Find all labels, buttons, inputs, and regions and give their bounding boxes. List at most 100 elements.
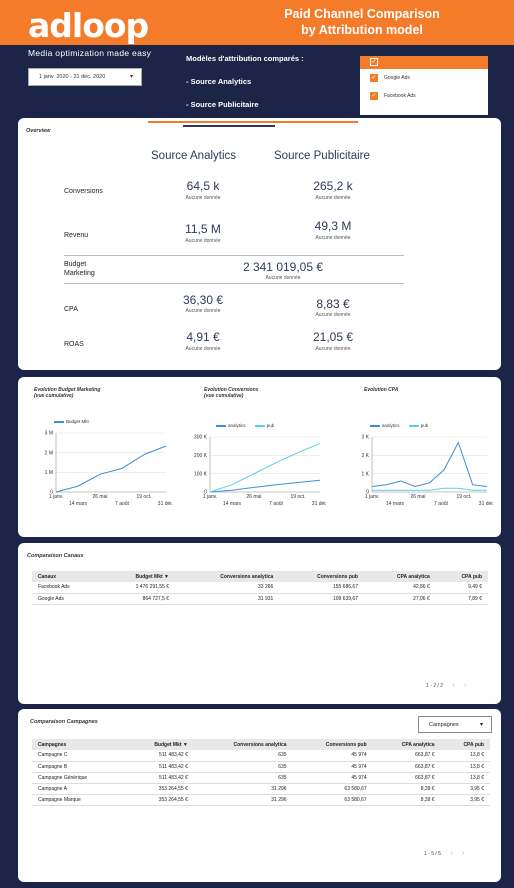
col-header[interactable]: Conversions pub [292, 739, 373, 750]
col-header[interactable]: Conversions analytica [175, 571, 280, 582]
legend-label: analytics [228, 423, 246, 428]
charts-card: Evolution Budget Marketing (vue cumulati… [18, 377, 501, 537]
chart-conversions: 0100 K200 K300 K1 janv.14 mars26 mai7 ao… [194, 435, 326, 507]
chart-title-line: (vue cumulative) [204, 393, 244, 399]
row-label-conversions: Conversions [64, 188, 103, 195]
x-tick-label: 19 oct. [290, 494, 305, 500]
no-data-note: Aucune donnée [265, 275, 301, 281]
cell: 3,95 € [440, 794, 490, 806]
row-label-revenu: Revenu [64, 232, 89, 239]
no-data-note: Aucune donnée [185, 346, 221, 352]
channel-filter: ✓ ✓ Google Ads ✓ Facebook Ads [360, 56, 488, 115]
legend-label: Budget Mkt [66, 419, 89, 424]
canaux-table: Canaux Budget Mkt ▼ Conversions analytic… [32, 571, 488, 605]
campagnes-card: Comparaison Campagnes Campagnes ▾ Campag… [18, 709, 501, 882]
table-row: Campagne A 353 264,55 € 31 296 63 580,67… [32, 783, 490, 795]
series-line-pub [209, 442, 321, 493]
cell: 45 974 [292, 772, 373, 784]
cell: 27,06 € [363, 593, 436, 605]
col-header[interactable]: Conversions analytica [193, 739, 293, 750]
cell: 31 296 [193, 794, 293, 806]
col-source-publicitaire: Source Publicitaire [274, 150, 370, 162]
cell: 31 296 [193, 783, 293, 795]
col-header[interactable]: Budget Mkt ▼ [124, 739, 194, 750]
report-title-line-2: by Attribution model [301, 23, 423, 37]
cell: 353 264,55 € [124, 794, 194, 806]
col-header[interactable]: CPA pub [435, 571, 488, 582]
col-source-analytics: Source Analytics [151, 150, 237, 162]
cell: 42,86 € [363, 582, 436, 594]
divider [64, 283, 404, 284]
cell: 8,39 € [372, 783, 441, 795]
filter-item-google-ads[interactable]: ✓ Google Ads [370, 74, 410, 82]
x-tick-label: 26 mai [410, 494, 425, 500]
col-header[interactable]: CPA pub [440, 739, 490, 750]
x-tick-label: 1 janv. [49, 494, 63, 500]
y-tick-label: 3 M [45, 431, 53, 437]
model-analytics: - Source Analytics [186, 77, 252, 86]
col-header[interactable]: CPA analytica [372, 739, 441, 750]
col-header[interactable]: Budget Mkt ▼ [102, 571, 176, 582]
next-page-icon[interactable]: › [462, 850, 464, 857]
select-all-checkbox[interactable]: ✓ [370, 58, 378, 66]
x-tick-label: 31 déc. [479, 501, 493, 507]
next-page-icon[interactable]: › [464, 682, 466, 689]
dropdown-value: Campagnes [429, 722, 459, 728]
cell: 635 [193, 761, 293, 773]
legend-label: analytics [382, 423, 400, 428]
table-row: Campagne C 511 483,42 € 635 45 974 663,8… [32, 750, 490, 762]
cell: 13,8 € [440, 761, 490, 773]
table-row: Facebook Ads 1 476 291,55 € 33 266 155 6… [32, 582, 488, 594]
filter-item-label: Facebook Ads [384, 93, 416, 99]
col-header[interactable]: Conversions pub [279, 571, 364, 582]
col-header[interactable]: Canaux [32, 571, 102, 582]
filter-item-label: Google Ads [384, 75, 410, 81]
no-data-note: Aucune donnée [185, 195, 221, 201]
conversions-pub: 265,2 k [313, 179, 353, 193]
y-tick-label: 2 M [45, 450, 53, 456]
y-tick-label: 1 M [45, 470, 53, 476]
col-header[interactable]: CPA analytica [363, 571, 436, 582]
y-tick-label: 3 K [361, 435, 369, 441]
legend-label: pub [420, 423, 429, 428]
chart-title-conversions: Evolution Conversions (vue cumulative) [204, 387, 258, 399]
col-header[interactable]: Campagnes [32, 739, 125, 750]
prev-page-icon[interactable]: ‹ [452, 682, 454, 689]
table-row: Campagne B 511 483,42 € 635 45 974 663,8… [32, 761, 490, 773]
series-line-pub [372, 487, 487, 491]
table-header-row: Canaux Budget Mkt ▼ Conversions analytic… [32, 571, 488, 582]
table-header-row: Campagnes Budget Mkt ▼ Conversions analy… [32, 739, 490, 750]
canaux-title: Comparaison Canaux [27, 553, 84, 559]
date-range-picker[interactable]: 1 janv. 2020 - 31 déc. 2020 ▾ [28, 68, 142, 86]
cell: 33 266 [175, 582, 280, 594]
x-tick-label: 14 mars [386, 501, 405, 507]
cell: 63 580,67 [292, 783, 373, 795]
cell: 353 264,55 € [124, 783, 194, 795]
roas-analytics: 4,91 € [186, 330, 220, 344]
campagnes-dropdown[interactable]: Campagnes ▾ [418, 716, 492, 733]
row-label-cpa: CPA [64, 306, 78, 313]
chart-budget: 01 M2 M3 M1 janv.14 mars26 mai7 août19 o… [45, 431, 172, 507]
filter-item-facebook-ads[interactable]: ✓ Facebook Ads [370, 92, 416, 100]
cell: 635 [193, 750, 293, 762]
cell: 7,89 € [435, 593, 488, 605]
attribution-models: Modèles d'attribution comparés : - Sourc… [186, 54, 304, 123]
row-label-marketing: Marketing [64, 270, 95, 277]
cell: 635 [193, 772, 293, 784]
checkbox-icon: ✓ [370, 92, 378, 100]
x-tick-label: 1 janv. [365, 494, 379, 500]
x-tick-label: 7 août [269, 501, 284, 507]
cell: 511 483,42 € [124, 750, 194, 762]
cell: 3,95 € [440, 783, 490, 795]
cell: 13,8 € [440, 772, 490, 784]
model-publicitaire: - Source Publicitaire [186, 100, 259, 109]
no-data-note: Aucune donnée [185, 238, 221, 244]
cell: 864 727,5 € [102, 593, 176, 605]
x-tick-label: 14 mars [69, 501, 88, 507]
cell: Campagne A [32, 783, 125, 795]
prev-page-icon[interactable]: ‹ [450, 850, 452, 857]
cell: 155 686,67 [279, 582, 364, 594]
revenu-pub: 49,3 M [314, 219, 352, 233]
pager-label: 1 - 5 / 5 [424, 851, 441, 857]
row-label-roas: ROAS [64, 341, 84, 348]
